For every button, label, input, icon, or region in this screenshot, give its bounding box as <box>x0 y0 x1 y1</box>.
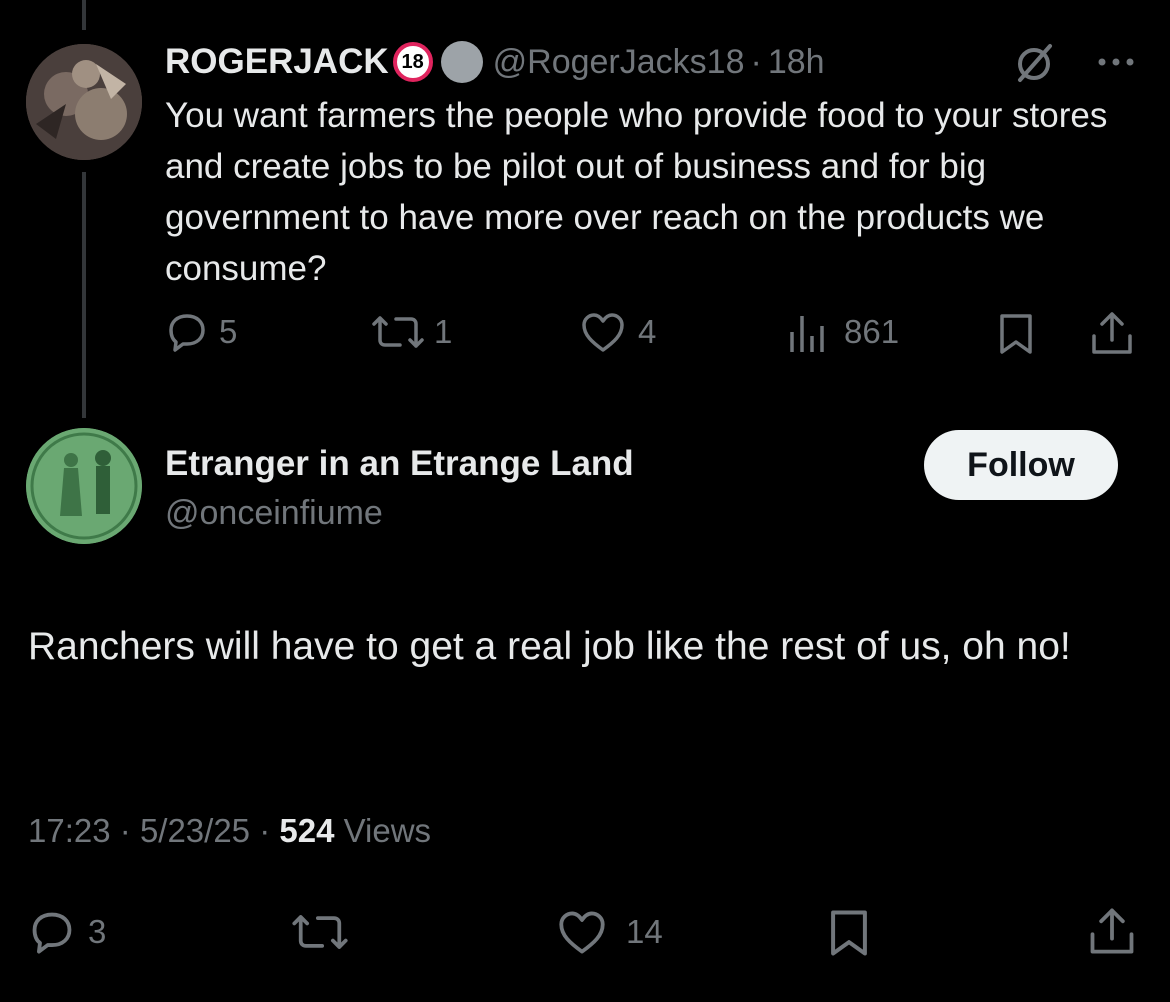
reply-count: 5 <box>219 313 238 350</box>
avatar-onceinfiume[interactable] <box>26 428 142 544</box>
like-count: 4 <box>638 313 657 350</box>
parent-header: ROGERJACK 18 @RogerJacks18 · 18h <box>165 40 825 84</box>
parent-tweet-text: You want farmers the people who provide … <box>165 96 1108 288</box>
handle[interactable]: @onceinfiume <box>165 494 383 533</box>
main-action-bar: 3 14 <box>0 904 1170 960</box>
thread-line <box>82 0 86 30</box>
separator: · <box>750 42 762 81</box>
share-icon <box>1090 908 1134 954</box>
reply-button[interactable]: 5 <box>165 310 237 354</box>
thread-line <box>82 172 86 418</box>
repost-icon <box>292 915 348 949</box>
share-icon <box>1092 312 1132 354</box>
tweet-date[interactable]: 5/23/25 <box>140 812 250 849</box>
bookmark-icon <box>831 910 867 956</box>
bookmark-icon <box>1000 314 1032 354</box>
views-label: Views <box>343 812 432 849</box>
display-name[interactable]: Etranger in an Etrange Land <box>165 444 634 484</box>
tweet-time[interactable]: 17:23 <box>28 812 111 849</box>
separator: · <box>119 812 131 849</box>
view-count: 524 <box>279 812 335 849</box>
views-icon <box>790 316 824 352</box>
display-name[interactable]: ROGERJACK <box>165 42 389 82</box>
views-count: 861 <box>844 313 900 350</box>
repost-button[interactable]: 1 <box>370 310 452 354</box>
views-button[interactable]: 861 <box>786 310 899 354</box>
reply-icon <box>32 912 72 954</box>
like-count: 14 <box>626 913 663 950</box>
like-icon <box>582 313 624 352</box>
like-icon <box>559 911 605 954</box>
reply-count: 3 <box>88 913 107 950</box>
age-restricted-badge-icon: 18 <box>392 42 433 82</box>
timestamp[interactable]: 18h <box>768 43 825 82</box>
follow-button[interactable]: Follow <box>924 430 1118 500</box>
coin-badge-icon <box>440 41 483 83</box>
like-button[interactable]: 4 <box>580 310 656 354</box>
tweet-meta: 17:23 · 5/23/25 · 524 Views <box>28 812 431 850</box>
avatar-rogerjack[interactable] <box>26 44 142 160</box>
bookmark-button[interactable] <box>996 312 1036 356</box>
repost-button[interactable] <box>290 908 350 956</box>
handle[interactable]: @RogerJacks18 <box>493 43 745 82</box>
reply-button[interactable]: 3 <box>28 908 106 956</box>
parent-action-bar: 5 1 4 861 <box>0 310 1170 360</box>
separator: · <box>259 812 271 849</box>
repost-count: 1 <box>434 313 453 350</box>
share-button[interactable] <box>1088 310 1136 356</box>
grok-icon[interactable] <box>1012 40 1058 91</box>
like-button[interactable]: 14 <box>556 908 663 956</box>
repost-icon <box>372 316 424 348</box>
bookmark-button[interactable] <box>826 908 872 958</box>
main-tweet-text: Ranchers will have to get a real job lik… <box>28 625 1071 668</box>
more-icon[interactable] <box>1094 52 1140 77</box>
reply-icon <box>169 314 205 352</box>
share-button[interactable] <box>1086 906 1138 956</box>
